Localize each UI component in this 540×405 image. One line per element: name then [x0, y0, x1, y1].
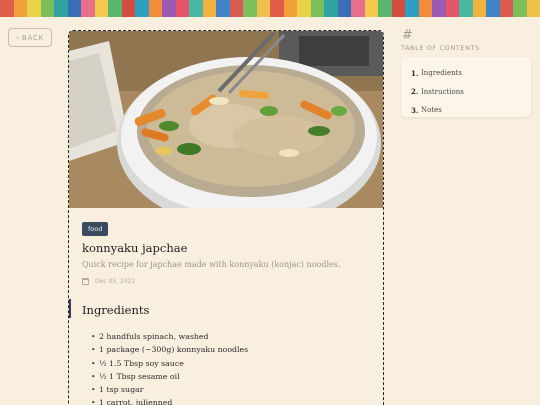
toc-title: TABLE OF CONTENTS [401, 44, 480, 52]
stripe-segment [378, 0, 392, 17]
stripe-segment [445, 0, 459, 17]
article-card: food konnyaku japchae Quick recipe for j… [68, 30, 384, 405]
toc-item-number: 1. [411, 68, 419, 78]
list-item: 1 package (~300g) konnyaku noodles [91, 343, 248, 357]
calendar-icon [82, 278, 89, 285]
toc-item-notes[interactable]: 3. Notes [411, 101, 531, 120]
recipe-title: konnyaku japchae [82, 241, 188, 255]
recipe-subtitle: Quick recipe for japchae made with konny… [82, 260, 341, 269]
stripe-segment [81, 0, 95, 17]
back-button-label: BACK [21, 33, 45, 42]
stripe-segment [108, 0, 122, 17]
stripe-segment [310, 0, 324, 17]
stripe-segment [364, 0, 378, 17]
toc-item-number: 2. [411, 87, 419, 97]
stripe-segment [13, 0, 27, 17]
stripe-segment [216, 0, 230, 17]
stripe-segment [270, 0, 284, 17]
stripe-segment [513, 0, 527, 17]
list-item: 1 tsp sugar [91, 383, 248, 397]
stripe-segment [486, 0, 500, 17]
stripe-segment [432, 0, 446, 17]
toc-item-number: 3. [411, 105, 419, 115]
list-item: 2 handfuls spinach, washed [91, 330, 248, 344]
hero-image [69, 31, 383, 208]
ingredients-heading: Ingredients [82, 303, 150, 317]
stripe-segment [189, 0, 203, 17]
stripe-segment [175, 0, 189, 17]
chevron-left-icon: ‹ [15, 33, 20, 42]
list-item: 1 carrot, julienned [91, 396, 248, 405]
stripe-segment [0, 0, 14, 17]
stripe-segment [459, 0, 473, 17]
ingredients-list: 2 handfuls spinach, washed 1 package (~3… [91, 330, 248, 405]
list-item: ½ 1 Tbsp sesame oil [91, 370, 248, 384]
category-tag[interactable]: food [82, 222, 109, 236]
stripe-segment [324, 0, 338, 17]
stripe-segment [405, 0, 419, 17]
stripe-segment [283, 0, 297, 17]
stripe-segment [391, 0, 405, 17]
toc-item-label: Instructions [421, 87, 464, 96]
stripe-segment [148, 0, 162, 17]
stripe-segment [337, 0, 351, 17]
stripe-segment [94, 0, 108, 17]
stripe-segment [40, 0, 54, 17]
publish-date: Dec 05, 2021 [95, 278, 136, 285]
toc-item-label: Notes [421, 106, 442, 115]
stripe-segment [256, 0, 270, 17]
table-of-contents: 1. Ingredients 2. Instructions 3. Notes [401, 57, 531, 117]
stripe-segment [54, 0, 68, 17]
japchae-photo [69, 31, 383, 208]
stripe-segment [418, 0, 432, 17]
stripe-segment [67, 0, 81, 17]
stripe-segment [162, 0, 176, 17]
back-button[interactable]: ‹ BACK [8, 28, 52, 47]
date-row: Dec 05, 2021 [82, 278, 135, 285]
decorative-stripe-bar [0, 0, 540, 17]
stripe-segment [526, 0, 540, 17]
section-marker [69, 299, 71, 318]
stripe-segment [351, 0, 365, 17]
stripe-segment [499, 0, 513, 17]
stripe-segment [297, 0, 311, 17]
stripe-segment [121, 0, 135, 17]
toc-item-instructions[interactable]: 2. Instructions [411, 83, 531, 102]
stripe-segment [135, 0, 149, 17]
stripe-segment [27, 0, 41, 17]
stripe-segment [243, 0, 257, 17]
stripe-segment [202, 0, 216, 17]
stripe-segment [472, 0, 486, 17]
hash-icon: # [402, 28, 413, 43]
toc-item-label: Ingredients [421, 69, 463, 78]
stripe-segment [229, 0, 243, 17]
toc-item-ingredients[interactable]: 1. Ingredients [411, 64, 531, 83]
list-item: ½ 1.5 Tbsp soy sauce [91, 357, 248, 371]
